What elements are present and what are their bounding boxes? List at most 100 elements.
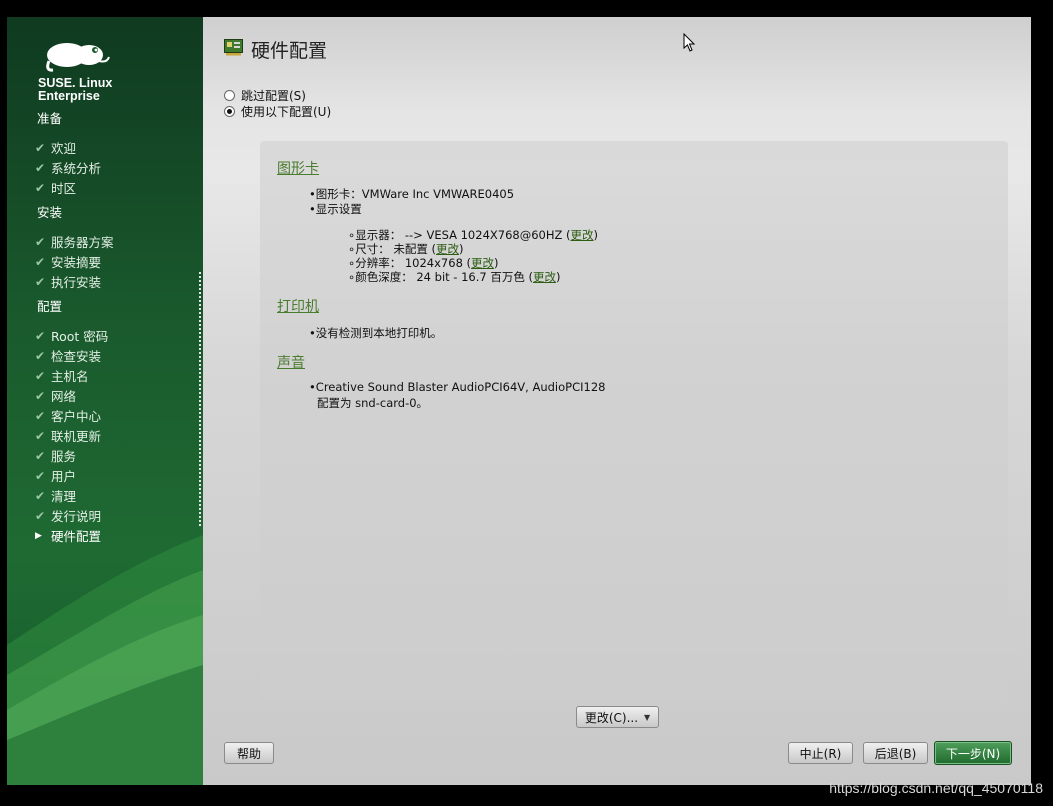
- check-icon: ✔: [35, 140, 46, 155]
- check-icon: ✔: [35, 408, 46, 423]
- paren: ): [494, 256, 499, 270]
- step-online-update: ✔ 联机更新: [35, 426, 101, 445]
- sidebar-scrollbar[interactable]: [199, 272, 201, 527]
- step-release-notes: ✔ 发行说明: [35, 506, 101, 525]
- radio-use-config[interactable]: 使用以下配置(U): [224, 103, 331, 120]
- paren: ): [556, 270, 561, 284]
- step-timezone: ✔ 时区: [35, 178, 76, 197]
- change-dropdown-button[interactable]: 更改(C)... ▼: [576, 706, 659, 728]
- step-users: ✔ 用户: [35, 466, 76, 485]
- monitor-text: 显示器： --> VESA 1024X768@60HZ (: [355, 228, 571, 242]
- section-install: 安装: [37, 205, 63, 220]
- step-root-password: ✔ Root 密码: [35, 326, 108, 345]
- check-icon: ✔: [35, 468, 46, 483]
- abort-button[interactable]: 中止(R): [788, 742, 853, 764]
- radio-button[interactable]: [224, 90, 235, 101]
- resolution-text: 分辨率： 1024x768 (: [355, 256, 472, 270]
- check-icon: ✔: [35, 508, 46, 523]
- step-label: 检查安装: [51, 349, 102, 364]
- mouse-cursor-icon: [683, 33, 696, 52]
- check-icon: ✔: [35, 428, 46, 443]
- printer-text: 没有检测到本地打印机。: [315, 326, 443, 340]
- check-icon: ✔: [35, 274, 46, 289]
- graphics-card-item: •图形卡：VMWare Inc VMWARE0405: [309, 187, 515, 201]
- back-button[interactable]: 后退(B): [863, 742, 928, 764]
- step-cleanup: ✔ 清理: [35, 486, 76, 505]
- step-label: 系统分析: [51, 161, 102, 176]
- paren: ): [593, 228, 599, 242]
- sound-item: •Creative Sound Blaster AudioPCI64V, Aud…: [309, 380, 606, 394]
- step-system-analysis: ✔ 系统分析: [35, 158, 101, 177]
- step-label: 网络: [51, 389, 77, 404]
- display-settings-text: 显示设置: [315, 202, 362, 216]
- section-prepare: 准备: [37, 111, 63, 126]
- radio-button-selected[interactable]: [224, 106, 235, 117]
- radio-label: 跳过配置(S): [241, 89, 306, 103]
- step-customer-center: ✔ 客户中心: [35, 406, 101, 425]
- sidebar: SUSE. Linux Enterprise 准备 ✔ 欢迎 ✔ 系统分析 ✔ 时区 …: [7, 17, 203, 785]
- check-icon: ✔: [35, 234, 46, 249]
- display-settings-item: •显示设置: [309, 202, 362, 216]
- step-network: ✔ 网络: [35, 386, 76, 405]
- printer-heading-link[interactable]: 打印机: [277, 296, 319, 316]
- brand-line2: Enterprise: [38, 89, 100, 103]
- step-label: 时区: [51, 181, 77, 196]
- wave-decoration: [7, 535, 203, 785]
- radio-skip-config[interactable]: 跳过配置(S): [224, 87, 306, 104]
- change-button-label: 更改(C)...: [584, 710, 639, 725]
- chevron-down-icon: ▼: [644, 712, 651, 722]
- check-icon: ✔: [35, 160, 46, 175]
- step-label: 发行说明: [51, 509, 102, 524]
- color-depth-text: 颜色深度： 24 bit - 16.7 百万色 (: [355, 270, 534, 284]
- change-resolution-link[interactable]: 更改: [471, 256, 494, 270]
- step-label: 安装摘要: [51, 255, 102, 270]
- check-icon: ✔: [35, 368, 46, 383]
- step-label: 硬件配置: [51, 529, 102, 544]
- watermark-text: https://blog.csdn.net/qq_45070118: [829, 780, 1043, 796]
- step-hostname: ✔ 主机名: [35, 366, 89, 385]
- step-label: 用户: [51, 469, 77, 484]
- sound-heading-link[interactable]: 声音: [277, 352, 305, 372]
- check-icon: ✔: [35, 254, 46, 269]
- check-icon: ✔: [35, 180, 46, 195]
- printer-item: •没有检测到本地打印机。: [309, 326, 443, 340]
- sound-device-text: Creative Sound Blaster AudioPCI64V, Audi…: [315, 380, 606, 394]
- change-size-link[interactable]: 更改: [436, 242, 459, 256]
- installer-window: SUSE. Linux Enterprise 准备 ✔ 欢迎 ✔ 系统分析 ✔ 时区 …: [7, 17, 1031, 785]
- summary-panel: 图形卡 •图形卡：VMWare Inc VMWARE0405 •显示设置 ∘显示…: [260, 141, 1008, 698]
- step-server-scenario: ✔ 服务器方案: [35, 232, 114, 251]
- change-monitor-link[interactable]: 更改: [571, 228, 594, 242]
- section-configure: 配置: [37, 299, 63, 314]
- step-hardware-config: ▶ 硬件配置: [35, 526, 101, 545]
- step-label: 主机名: [51, 369, 89, 384]
- step-services: ✔ 服务: [35, 446, 76, 465]
- step-label: 客户中心: [51, 409, 102, 424]
- check-icon: ✔: [35, 328, 46, 343]
- radio-label: 使用以下配置(U): [241, 105, 332, 119]
- hardware-card-icon: [224, 39, 243, 56]
- next-button[interactable]: 下一步(N): [934, 741, 1012, 765]
- step-install-summary: ✔ 安装摘要: [35, 252, 101, 271]
- sound-config-text: 配置为 snd-card-0。: [317, 396, 429, 410]
- step-welcome: ✔ 欢迎: [35, 138, 76, 157]
- check-icon: ✔: [35, 448, 46, 463]
- graphics-card-heading-link[interactable]: 图形卡: [277, 158, 319, 178]
- check-icon: ✔: [35, 388, 46, 403]
- change-depth-link[interactable]: 更改: [533, 270, 556, 284]
- step-label: 联机更新: [51, 429, 102, 444]
- help-button[interactable]: 帮助: [224, 742, 274, 764]
- play-arrow-icon: ▶: [35, 530, 42, 541]
- step-perform-install: ✔ 执行安装: [35, 272, 101, 291]
- page-title: 硬件配置: [251, 40, 328, 62]
- size-text: 尺寸： 未配置 (: [355, 242, 436, 256]
- main-content: 硬件配置 跳过配置(S) 使用以下配置(U) 图形卡 •图形卡：VMWare I…: [203, 17, 1031, 785]
- check-icon: ✔: [35, 488, 46, 503]
- step-label: 服务: [51, 449, 77, 464]
- step-label: 服务器方案: [51, 235, 114, 250]
- step-label: 清理: [51, 489, 77, 504]
- paren: ): [459, 242, 464, 256]
- step-check-install: ✔ 检查安装: [35, 346, 101, 365]
- color-depth-item: ∘颜色深度： 24 bit - 16.7 百万色 (更改): [348, 270, 561, 284]
- step-label: Root 密码: [51, 329, 109, 344]
- step-label: 欢迎: [51, 141, 77, 156]
